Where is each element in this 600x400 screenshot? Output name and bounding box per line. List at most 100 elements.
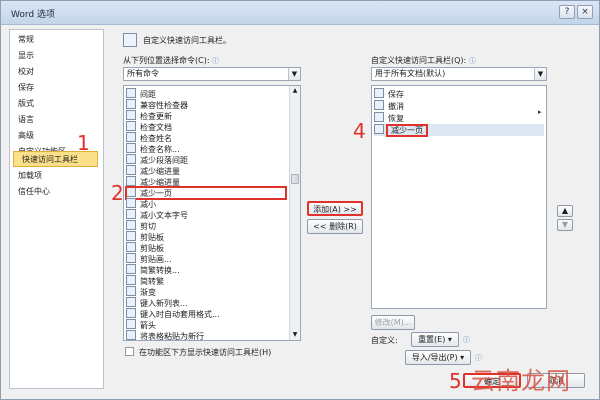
customize-toolbar-value: 用于所有文档(默认) bbox=[375, 69, 446, 78]
clipboard-icon bbox=[126, 231, 136, 241]
outdent-icon bbox=[126, 165, 136, 175]
sidebar-item-layout[interactable]: 版式 bbox=[10, 96, 103, 112]
paragraph-icon bbox=[126, 154, 136, 164]
toolbar-icon bbox=[123, 33, 137, 47]
info-icon: ⓘ bbox=[468, 57, 476, 65]
choose-commands-value: 所有命令 bbox=[127, 69, 159, 78]
document-icon bbox=[126, 121, 136, 131]
shrink-icon bbox=[126, 198, 136, 208]
command-label: 箭头 bbox=[140, 321, 156, 330]
toolbar-item[interactable]: 减少一页 bbox=[374, 124, 544, 137]
show-below-ribbon-label: 在功能区下方显示快速访问工具栏(H) bbox=[139, 348, 272, 357]
chevron-down-icon: ▼ bbox=[288, 68, 300, 80]
command-label: 检查更新 bbox=[140, 112, 172, 121]
autoformat-icon bbox=[126, 308, 136, 318]
choose-commands-label: 从下列位置选择命令(C): ⓘ bbox=[123, 56, 220, 65]
toolbar-list[interactable]: 保存 撤消 恢复 减少一页 ▸ bbox=[371, 85, 547, 309]
command-label: 剪贴板 bbox=[140, 244, 164, 253]
help-button[interactable]: ? bbox=[559, 5, 575, 19]
undo-icon bbox=[374, 100, 384, 110]
sidebar-item-save[interactable]: 保存 bbox=[10, 80, 103, 96]
show-below-ribbon-checkbox[interactable] bbox=[125, 347, 134, 356]
reset-button[interactable]: 重置(E) ▾ bbox=[411, 332, 459, 347]
redo-icon bbox=[374, 112, 384, 122]
command-label: 渐变 bbox=[140, 288, 156, 297]
toolbar-item-label: 撤消 bbox=[388, 102, 404, 111]
command-item[interactable]: 将表格粘贴为新行 bbox=[126, 330, 286, 341]
sidebar-item-proofing[interactable]: 校对 bbox=[10, 64, 103, 80]
command-label: 减少缩进量 bbox=[140, 167, 180, 176]
sidebar-item-language[interactable]: 语言 bbox=[10, 112, 103, 128]
modify-button[interactable]: 修改(M)... bbox=[371, 315, 415, 330]
move-down-button[interactable]: ▼ bbox=[557, 219, 573, 231]
sidebar-item-display[interactable]: 显示 bbox=[10, 48, 103, 64]
outdent-icon bbox=[126, 176, 136, 186]
cut-icon bbox=[126, 220, 136, 230]
convert-icon bbox=[126, 275, 136, 285]
options-sidebar: 常规 显示 校对 保存 版式 语言 高级 自定义功能区 快速访问工具栏 加载项 … bbox=[9, 29, 104, 389]
word-options-dialog: Word 选项 ? × 常规 显示 校对 保存 版式 语言 高级 自定义功能区 … bbox=[0, 0, 600, 400]
annotation-1: 1 bbox=[77, 131, 90, 155]
info-icon: ⓘ bbox=[212, 57, 220, 65]
command-label: 简繁转换... bbox=[140, 266, 180, 275]
command-label: 减少一页 bbox=[140, 189, 172, 198]
command-label: 减小 bbox=[140, 200, 156, 209]
table-icon bbox=[126, 330, 136, 340]
sidebar-item-trust-center[interactable]: 信任中心 bbox=[10, 184, 103, 200]
spacing-icon bbox=[126, 88, 136, 98]
clipart-icon bbox=[126, 253, 136, 263]
commands-list[interactable]: 间距 兼容性检查器 检查更新 检查文档 检查姓名 检查名称... 减少段落间距 减少缩进量 减少… bbox=[123, 85, 301, 341]
customize-toolbar-dropdown[interactable]: 用于所有文档(默认) ▼ bbox=[371, 67, 547, 81]
toolbar-item-label: 保存 bbox=[388, 90, 404, 99]
panel-heading: 自定义快速访问工具栏。 bbox=[143, 36, 231, 45]
gradient-icon bbox=[126, 286, 136, 296]
shrink-page-icon bbox=[126, 187, 136, 197]
list-icon bbox=[126, 297, 136, 307]
update-icon bbox=[126, 110, 136, 120]
name-icon bbox=[126, 132, 136, 142]
command-label: 键入新列表... bbox=[140, 299, 188, 308]
move-up-button[interactable]: ▲ bbox=[557, 205, 573, 217]
toolbar-item-label: 恢复 bbox=[388, 114, 404, 123]
scroll-down-icon[interactable]: ▼ bbox=[290, 330, 300, 340]
command-label: 键入时自动套用格式... bbox=[140, 310, 220, 319]
toolbar-item[interactable]: 恢复 bbox=[374, 112, 544, 124]
main-panel: 自定义快速访问工具栏。 从下列位置选择命令(C): ⓘ 所有命令 ▼ 自定义快速… bbox=[111, 29, 593, 391]
command-label: 检查姓名 bbox=[140, 134, 172, 143]
clipboard-icon bbox=[126, 242, 136, 252]
toolbar-item-label: 减少一页 bbox=[386, 124, 428, 137]
command-label: 将表格粘贴为新行 bbox=[140, 332, 204, 341]
name-icon bbox=[126, 143, 136, 153]
choose-commands-dropdown[interactable]: 所有命令 ▼ bbox=[123, 67, 301, 81]
scroll-thumb[interactable] bbox=[291, 174, 299, 184]
font-size-icon bbox=[126, 209, 136, 219]
shrink-page-icon bbox=[374, 124, 384, 134]
add-button[interactable]: 添加(A) >> bbox=[307, 201, 363, 216]
sidebar-item-addins[interactable]: 加载项 bbox=[10, 168, 103, 184]
sidebar-item-general[interactable]: 常规 bbox=[10, 32, 103, 48]
info-icon: ⓘ bbox=[463, 336, 470, 344]
command-label: 减小文本字号 bbox=[140, 211, 188, 220]
toolbar-item[interactable]: 保存 bbox=[374, 88, 544, 100]
window-title: Word 选项 bbox=[11, 10, 55, 20]
commands-scrollbar[interactable]: ▲ ▼ bbox=[289, 86, 300, 340]
remove-button[interactable]: << 删除(R) bbox=[307, 219, 363, 234]
arrow-icon bbox=[126, 319, 136, 329]
command-label: 减少段落间距 bbox=[140, 156, 188, 165]
command-label: 检查名称... bbox=[140, 145, 180, 154]
command-label: 剪切 bbox=[140, 222, 156, 231]
close-button[interactable]: × bbox=[577, 5, 593, 19]
convert-icon bbox=[126, 264, 136, 274]
title-bar: Word 选项 ? × bbox=[1, 1, 599, 25]
watermark: 云南龙网 bbox=[471, 367, 571, 395]
scroll-up-icon[interactable]: ▲ bbox=[290, 86, 300, 96]
customize-toolbar-label: 自定义快速访问工具栏(Q): ⓘ bbox=[371, 56, 476, 65]
command-label: 兼容性检查器 bbox=[140, 101, 188, 110]
import-export-button[interactable]: 导入/导出(P) ▾ bbox=[405, 350, 471, 365]
command-label: 剪贴板 bbox=[140, 233, 164, 242]
save-icon bbox=[374, 88, 384, 98]
customize-label: 自定义: bbox=[371, 336, 398, 345]
command-label: 间距 bbox=[140, 90, 156, 99]
command-label: 减少缩进量 bbox=[140, 178, 180, 187]
toolbar-item[interactable]: 撤消 bbox=[374, 100, 544, 112]
